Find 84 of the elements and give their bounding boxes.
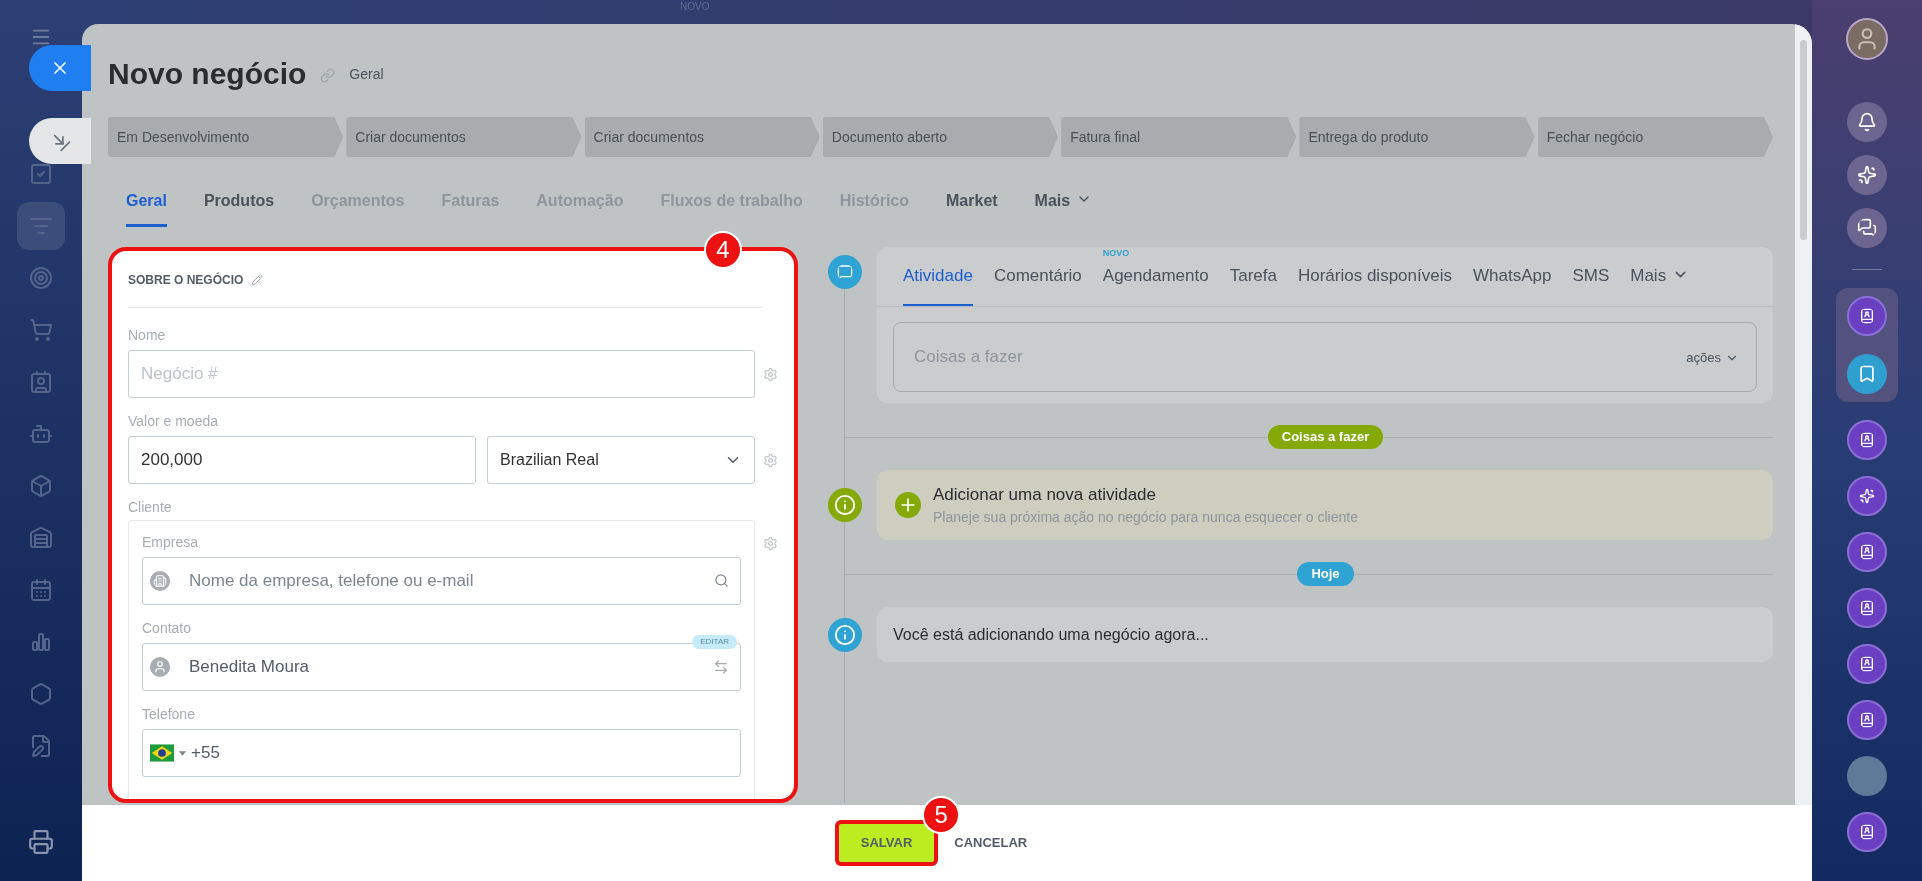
edit-label[interactable]: EDITAR xyxy=(692,635,737,649)
add-activity-subtitle: Planeje sua próxima ação no negócio para nunca esquecer o cliente xyxy=(933,508,1358,528)
tab[interactable]: Mais xyxy=(1034,182,1093,227)
phone-field[interactable]: +55 xyxy=(142,729,741,777)
stage-step[interactable]: Fechar negócio xyxy=(1537,117,1773,157)
avatar[interactable] xyxy=(1847,756,1887,796)
bar-chart-icon[interactable] xyxy=(29,630,53,654)
printer-icon[interactable] xyxy=(28,829,54,855)
callout-number: 4 xyxy=(704,231,742,269)
swap-icon[interactable] xyxy=(713,659,729,675)
minimize-button[interactable] xyxy=(29,118,91,164)
input-field[interactable]: 200,000 xyxy=(128,436,476,484)
brazil-flag-icon[interactable] xyxy=(150,744,174,762)
calendar-icon[interactable] xyxy=(29,578,53,602)
stage-step[interactable]: Entrega do produto xyxy=(1299,117,1535,157)
note-text: Você está adicionando uma negócio agora... xyxy=(893,624,1209,645)
notification-icon[interactable] xyxy=(1847,102,1887,142)
contact-book-icon[interactable] xyxy=(1847,700,1887,740)
section-pill: Hoje xyxy=(1297,561,1354,586)
bookmark-icon[interactable] xyxy=(1847,354,1887,394)
stage-step[interactable]: Criar documentos xyxy=(346,117,582,157)
scrollbar[interactable] xyxy=(1795,24,1812,805)
contact-card-icon[interactable] xyxy=(29,370,53,394)
box-icon[interactable] xyxy=(29,474,53,498)
activity-tab[interactable]: SMS xyxy=(1572,260,1610,306)
company-search-field[interactable]: Nome da empresa, telefone ou e-mail xyxy=(142,557,741,605)
currency-select[interactable]: Brazilian Real xyxy=(487,436,755,484)
contact-book-icon[interactable] xyxy=(1847,420,1887,460)
input-field[interactable]: Negócio # xyxy=(128,350,755,398)
activity-tab[interactable]: Atividade xyxy=(903,260,973,306)
sparkles-icon[interactable] xyxy=(1847,476,1887,516)
target-icon[interactable] xyxy=(29,266,53,290)
stage-step[interactable]: Documento aberto xyxy=(822,117,1059,157)
info-icon xyxy=(828,617,862,652)
plus-icon xyxy=(895,492,921,518)
actions-dropdown[interactable]: ações xyxy=(1686,348,1739,368)
stage-step[interactable]: Em Desenvolvimento xyxy=(108,117,344,157)
contact-book-icon[interactable] xyxy=(1847,588,1887,628)
info-icon xyxy=(828,488,862,522)
field-label: Contato xyxy=(142,619,193,637)
add-activity-card[interactable]: Adicionar uma nova atividade Planeje sua próxima ação no negócio para nunca esquecer o cliente xyxy=(877,470,1773,540)
new-label: NOVO xyxy=(1102,248,1130,258)
title-tag: Geral xyxy=(349,64,384,85)
tab[interactable]: Market xyxy=(946,182,998,227)
close-button[interactable] xyxy=(29,45,91,91)
field-label: Cliente xyxy=(128,498,173,516)
activity-tab[interactable]: Horários disponíveis xyxy=(1297,260,1452,306)
contact-book-icon[interactable] xyxy=(1847,532,1887,572)
section-pill: Coisas a fazer xyxy=(1267,424,1384,449)
avatar[interactable] xyxy=(1846,18,1888,60)
contact-book-icon[interactable] xyxy=(1847,812,1887,852)
field-label: Telefone xyxy=(142,705,196,723)
activity-tab[interactable]: Mais xyxy=(1630,260,1690,306)
field-label: Empresa xyxy=(142,533,200,551)
section-title: SOBRE O NEGÓCIO xyxy=(128,271,244,289)
page-title: Novo negócio xyxy=(108,56,307,92)
stage-step[interactable]: Criar documentos xyxy=(584,117,820,157)
comment-icon xyxy=(828,255,862,289)
cart-icon[interactable] xyxy=(29,318,53,342)
warehouse-icon[interactable] xyxy=(29,526,53,550)
search-icon[interactable] xyxy=(714,573,729,588)
activity-tab[interactable]: Agendamento xyxy=(1102,260,1209,306)
field-label: Valor e moeda xyxy=(128,412,219,430)
document-icon[interactable] xyxy=(29,734,53,758)
contact-book-icon[interactable] xyxy=(1847,644,1887,684)
sparkles-icon[interactable] xyxy=(1847,155,1887,195)
activity-tab[interactable]: Tarefa xyxy=(1229,260,1277,306)
chat-icon[interactable] xyxy=(1847,208,1887,248)
callout-number: 5 xyxy=(922,796,961,834)
caret-icon[interactable] xyxy=(179,751,186,756)
funnel-icon[interactable] xyxy=(17,202,65,250)
edit-icon[interactable] xyxy=(251,274,264,286)
checklist-icon[interactable] xyxy=(29,162,53,186)
activity-tab[interactable]: WhatsApp xyxy=(1472,260,1552,306)
field-label: Nome xyxy=(128,326,167,344)
robot-icon[interactable] xyxy=(29,422,53,446)
contact-book-icon[interactable] xyxy=(1847,296,1887,336)
add-activity-title: Adicionar uma nova atividade xyxy=(933,483,1158,506)
tab[interactable]: Geral xyxy=(126,182,167,227)
hexagon-icon[interactable] xyxy=(29,682,53,706)
tab[interactable]: Produtos xyxy=(203,182,275,227)
activity-tab[interactable]: Comentário xyxy=(993,260,1082,306)
stage-step[interactable]: Fatura final xyxy=(1061,117,1297,157)
contact-field[interactable]: Benedita Moura xyxy=(142,643,741,691)
